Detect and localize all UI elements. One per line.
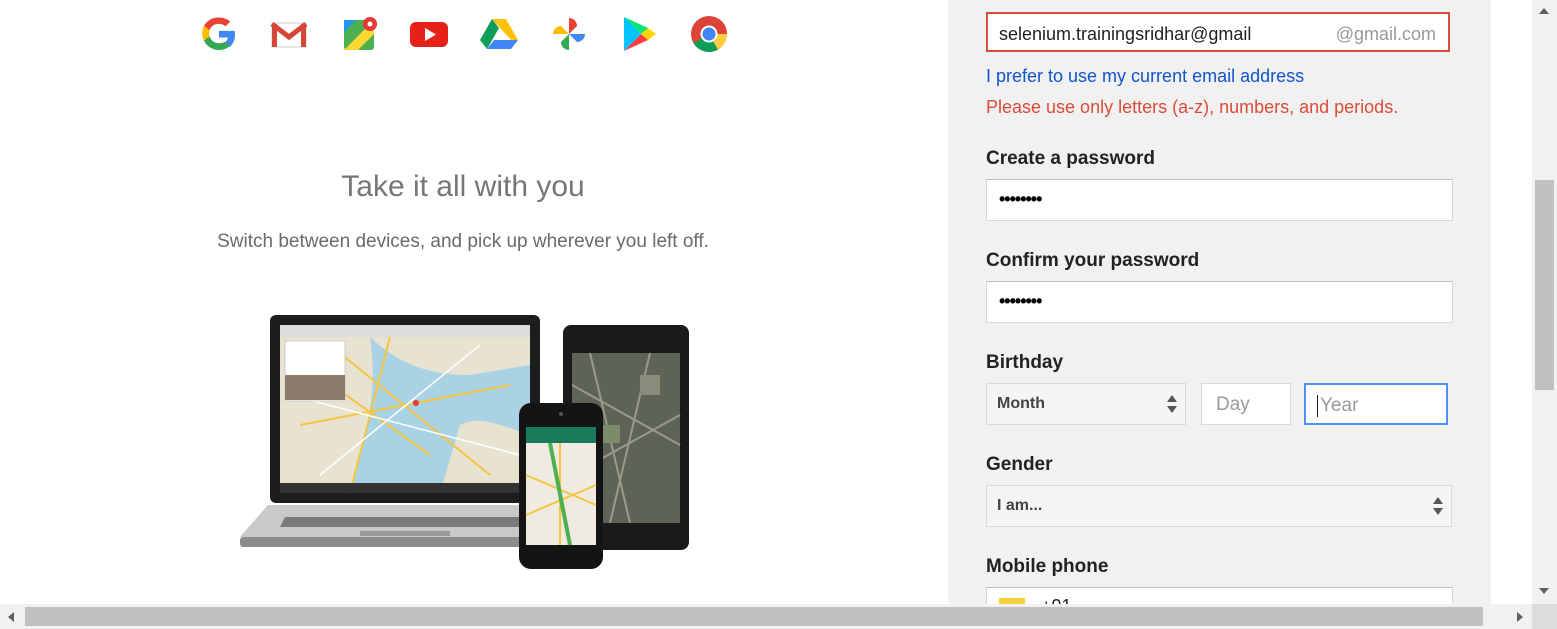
select-arrows-icon bbox=[1433, 497, 1443, 515]
confirm-password-label: Confirm your password bbox=[986, 250, 1200, 271]
vertical-scrollbar[interactable] bbox=[1532, 0, 1557, 604]
horizontal-scrollbar[interactable] bbox=[0, 604, 1532, 629]
google-icon bbox=[202, 17, 235, 51]
scroll-right-icon[interactable] bbox=[1517, 612, 1523, 622]
mobile-phone-input[interactable]: +91 bbox=[986, 587, 1453, 604]
confirm-password-input[interactable]: •••••••• bbox=[986, 281, 1453, 323]
month-value: Month bbox=[997, 395, 1045, 412]
gender-value: I am... bbox=[997, 497, 1043, 514]
gender-label: Gender bbox=[986, 454, 1053, 475]
prefer-current-email-link[interactable]: I prefer to use my current email address bbox=[986, 66, 1304, 87]
birthday-day-input[interactable]: Day bbox=[1201, 383, 1291, 425]
email-value: selenium.trainingsridhar@gmail bbox=[999, 24, 1252, 44]
email-input[interactable]: selenium.trainingsridhar@gmail @gmail.co… bbox=[986, 12, 1450, 52]
password-value: •••••••• bbox=[999, 189, 1042, 209]
tagline: Take it all with you bbox=[341, 170, 585, 203]
drive-icon bbox=[480, 19, 518, 49]
photos-icon bbox=[553, 18, 585, 50]
mobile-phone-label: Mobile phone bbox=[986, 556, 1109, 577]
email-error-message: Please use only letters (a-z), numbers, … bbox=[986, 97, 1399, 117]
subline: Switch between devices, and pick up wher… bbox=[217, 231, 709, 252]
confirm-password-value: •••••••• bbox=[999, 291, 1042, 311]
password-input[interactable]: •••••••• bbox=[986, 179, 1453, 221]
promo-panel: Take it all with you Switch between devi… bbox=[0, 0, 948, 604]
year-placeholder: Year bbox=[1320, 395, 1359, 416]
scroll-down-icon[interactable] bbox=[1539, 588, 1549, 594]
password-label: Create a password bbox=[986, 148, 1155, 169]
mobile-prefix: +91 bbox=[1041, 596, 1072, 604]
birthday-month-select[interactable]: Month bbox=[986, 383, 1186, 425]
gender-select[interactable]: I am... bbox=[986, 485, 1452, 527]
devices-illustration bbox=[240, 315, 689, 569]
horizontal-scroll-thumb[interactable] bbox=[25, 607, 1483, 626]
chrome-icon bbox=[691, 16, 727, 53]
maps-icon bbox=[344, 17, 377, 50]
youtube-icon bbox=[410, 22, 448, 47]
day-placeholder: Day bbox=[1216, 394, 1250, 415]
play-icon bbox=[624, 17, 656, 51]
email-suffix: @gmail.com bbox=[1335, 24, 1436, 44]
scroll-up-icon[interactable] bbox=[1539, 8, 1549, 14]
gmail-icon bbox=[270, 22, 308, 48]
text-caret bbox=[1317, 395, 1318, 417]
birthday-label: Birthday bbox=[986, 352, 1064, 373]
vertical-scroll-thumb[interactable] bbox=[1535, 180, 1554, 390]
scroll-left-icon[interactable] bbox=[8, 612, 14, 622]
signup-form: selenium.trainingsridhar@gmail @gmail.co… bbox=[948, 0, 1491, 604]
birthday-year-input[interactable]: Year bbox=[1304, 383, 1448, 425]
scrollbar-corner bbox=[1532, 604, 1557, 629]
select-arrows-icon bbox=[1167, 395, 1177, 413]
